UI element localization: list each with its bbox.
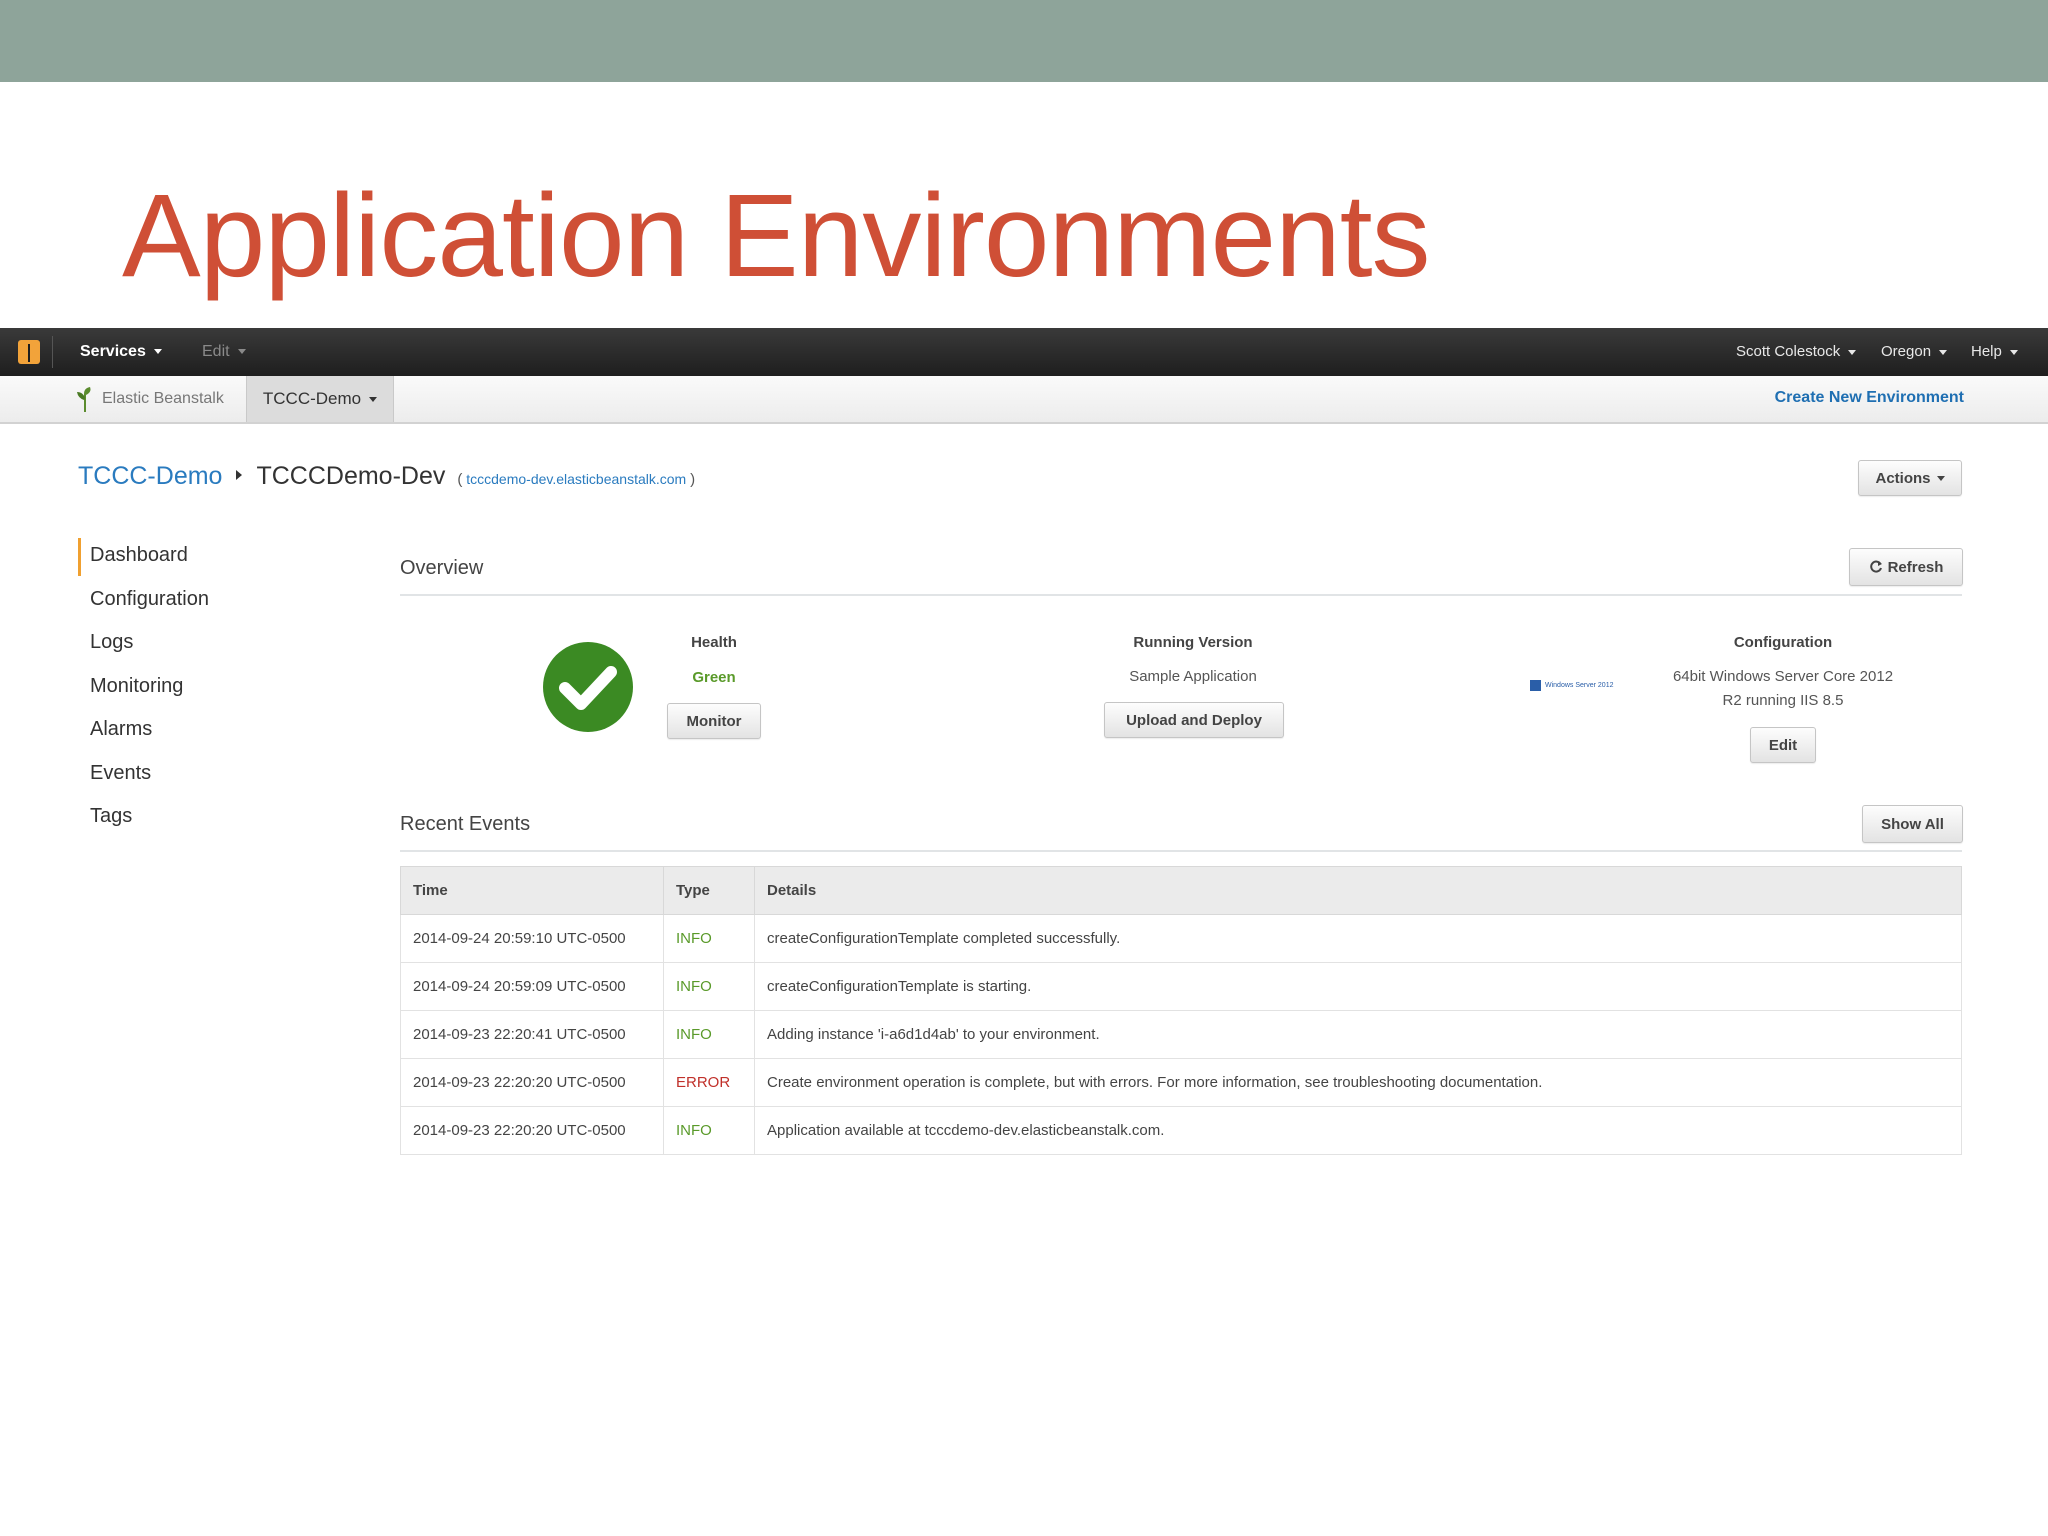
event-details: createConfigurationTemplate completed su… [754, 914, 1962, 963]
active-indicator [78, 538, 81, 576]
service-name: Elastic Beanstalk [102, 390, 224, 407]
beanstalk-icon [77, 387, 91, 412]
table-row: 2014-09-23 22:20:41 UTC-0500 INFO Adding… [400, 1010, 1962, 1059]
event-type: INFO [663, 962, 755, 1011]
column-header-time[interactable]: Time [400, 866, 664, 915]
overview-title: Overview [400, 557, 484, 579]
windows-logo-icon [1530, 679, 1541, 691]
health-value: Green [692, 669, 736, 686]
tab-application[interactable]: TCCC-Demo [246, 376, 394, 422]
overview-divider [400, 594, 1962, 596]
column-header-type[interactable]: Type [663, 866, 755, 915]
monitor-button[interactable]: Monitor [667, 703, 761, 739]
windows-server-badge: Windows Server 2012 [1530, 678, 1630, 692]
actions-label: Actions [1875, 469, 1931, 487]
running-version-value: Sample Application [1129, 668, 1257, 685]
service-subnav: Elastic Beanstalk TCCC-Demo Create New E… [0, 376, 2048, 424]
table-row: 2014-09-23 22:20:20 UTC-0500 ERROR Creat… [400, 1058, 1962, 1107]
event-details: Create environment operation is complete… [754, 1058, 1962, 1107]
configuration-label: Configuration [1733, 634, 1833, 651]
sidebar-item-dashboard[interactable]: Dashboard [90, 544, 188, 567]
elastic-beanstalk-home-link[interactable]: Elastic Beanstalk [76, 376, 244, 422]
breadcrumb-app-link[interactable]: TCCC-Demo [78, 462, 222, 491]
table-row: 2014-09-24 20:59:10 UTC-0500 INFO create… [400, 914, 1962, 963]
show-all-button[interactable]: Show All [1862, 805, 1963, 843]
running-version-label: Running Version [1133, 634, 1253, 651]
edit-label: Edit [202, 343, 230, 360]
user-label: Scott Colestock [1736, 343, 1841, 360]
table-header-row: Time Type Details [400, 866, 1962, 915]
column-header-details[interactable]: Details [754, 866, 1962, 915]
sidebar-item-monitoring[interactable]: Monitoring [90, 675, 183, 698]
chevron-down-icon [1939, 349, 1948, 355]
edit-configuration-button[interactable]: Edit [1750, 727, 1816, 763]
event-time: 2014-09-23 22:20:41 UTC-0500 [400, 1010, 664, 1059]
event-type: INFO [663, 1106, 755, 1155]
tab-application-label: TCCC-Demo [262, 389, 362, 408]
create-new-environment-link[interactable]: Create New Environment [1775, 389, 1964, 407]
event-details: Adding instance 'i-a6d1d4ab' to your env… [754, 1010, 1962, 1059]
events-table: Time Type Details 2014-09-24 20:59:10 UT… [400, 866, 1962, 1155]
refresh-button[interactable]: Refresh [1849, 548, 1963, 586]
chevron-down-icon [237, 349, 246, 355]
chevron-down-icon [153, 349, 162, 355]
configuration-platform: 64bit Windows Server Core 2012 [1672, 668, 1894, 685]
sidebar-item-configuration[interactable]: Configuration [90, 588, 209, 611]
sidebar-item-alarms[interactable]: Alarms [90, 718, 152, 741]
table-row: 2014-09-23 22:20:20 UTC-0500 INFO Applic… [400, 1106, 1962, 1155]
refresh-icon [1869, 560, 1882, 573]
sidebar-item-events[interactable]: Events [90, 762, 151, 785]
chevron-down-icon [2009, 349, 2018, 355]
region-label: Oregon [1881, 343, 1932, 360]
help-label: Help [1971, 343, 2002, 360]
recent-events-title: Recent Events [400, 813, 531, 835]
event-time: 2014-09-24 20:59:10 UTC-0500 [400, 914, 664, 963]
aws-cube-icon[interactable] [16, 339, 42, 365]
breadcrumb-env-name: TCCCDemo-Dev [256, 462, 446, 490]
breadcrumb: TCCC-Demo TCCCDemo-Dev ( tcccdemo-dev.el… [78, 462, 695, 491]
chevron-down-icon [369, 396, 378, 402]
event-type: INFO [663, 914, 755, 963]
event-time: 2014-09-23 22:20:20 UTC-0500 [400, 1106, 664, 1155]
chevron-down-icon [1936, 475, 1945, 481]
url-close-paren: ) [690, 471, 696, 488]
slide-header-band [0, 0, 2048, 82]
event-time: 2014-09-23 22:20:20 UTC-0500 [400, 1058, 664, 1107]
sidebar-item-tags[interactable]: Tags [90, 805, 132, 828]
user-menu[interactable]: Scott Colestock [1736, 343, 1857, 360]
event-details: Application available at tcccdemo-dev.el… [754, 1106, 1962, 1155]
sidebar-item-logs[interactable]: Logs [90, 631, 133, 654]
event-type: ERROR [663, 1058, 755, 1107]
table-row: 2014-09-24 20:59:09 UTC-0500 INFO create… [400, 962, 1962, 1011]
chevron-down-icon [1848, 349, 1857, 355]
events-divider [400, 850, 1962, 852]
caret-right-icon [236, 470, 243, 480]
refresh-label: Refresh [1887, 558, 1944, 576]
configuration-platform-detail: R2 running IIS 8.5 [1722, 692, 1844, 709]
nav-divider [52, 336, 53, 368]
health-status-icon [543, 642, 633, 732]
windows-server-badge-label: Windows Server 2012 [1545, 681, 1614, 689]
edit-menu[interactable]: Edit [202, 343, 246, 361]
services-menu[interactable]: Services [80, 343, 162, 361]
actions-button[interactable]: Actions [1858, 460, 1962, 496]
upload-and-deploy-button[interactable]: Upload and Deploy [1104, 702, 1284, 738]
checkmark-icon [559, 666, 617, 710]
url-open-paren: ( [457, 471, 463, 488]
aws-top-nav: Services Edit Scott Colestock Oregon Hel… [0, 328, 2048, 376]
health-label: Health [691, 634, 737, 651]
help-menu[interactable]: Help [1971, 343, 2018, 360]
slide-title: Application Environments [122, 170, 1430, 302]
event-details: createConfigurationTemplate is starting. [754, 962, 1962, 1011]
event-time: 2014-09-24 20:59:09 UTC-0500 [400, 962, 664, 1011]
environment-url-link[interactable]: tcccdemo-dev.elasticbeanstalk.com [466, 471, 686, 487]
services-label: Services [80, 343, 146, 360]
region-menu[interactable]: Oregon [1881, 343, 1948, 360]
event-type: INFO [663, 1010, 755, 1059]
